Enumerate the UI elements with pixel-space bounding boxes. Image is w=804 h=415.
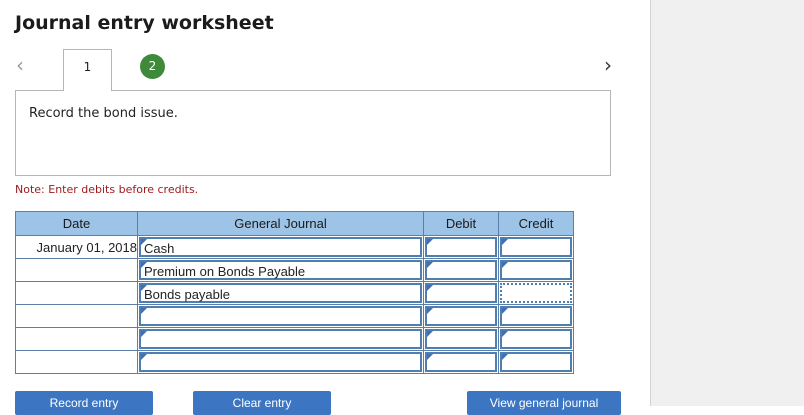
clear-entry-button[interactable]: Clear entry (193, 391, 331, 415)
table-row: Bonds payable (15, 281, 574, 305)
account-cell (137, 327, 424, 351)
debit-input[interactable] (425, 283, 497, 303)
debit-cell (423, 258, 499, 282)
cell-marker-icon (502, 239, 508, 245)
table-row (15, 304, 574, 328)
date-cell[interactable] (15, 350, 138, 374)
cell-marker-icon (141, 354, 147, 360)
table-row (15, 327, 574, 351)
debit-cell (423, 350, 499, 374)
account-value: Premium on Bonds Payable (144, 264, 306, 279)
credit-cell (498, 258, 574, 282)
date-cell[interactable] (15, 258, 138, 282)
cell-marker-icon (502, 262, 508, 268)
cell-marker-icon (502, 331, 508, 337)
debit-cell (423, 235, 499, 259)
cell-marker-icon (141, 308, 147, 314)
credit-input[interactable] (500, 283, 572, 303)
credit-cell (498, 327, 574, 351)
account-cell: Bonds payable (137, 281, 424, 305)
note-text: Note: Enter debits before credits. (15, 183, 199, 196)
debit-cell (423, 304, 499, 328)
credit-input[interactable] (500, 352, 572, 372)
table-row: January 01, 2018 Cash (15, 235, 574, 259)
cell-marker-icon (427, 331, 433, 337)
header-date: Date (15, 211, 138, 236)
cell-marker-icon (427, 239, 433, 245)
account-input[interactable]: Cash (139, 237, 422, 257)
date-cell[interactable] (15, 281, 138, 305)
credit-cell (498, 281, 574, 305)
credit-cell (498, 350, 574, 374)
account-value: Cash (144, 241, 175, 256)
credit-input[interactable] (500, 260, 572, 280)
account-input[interactable] (139, 352, 422, 372)
debit-input[interactable] (425, 329, 497, 349)
date-cell[interactable]: January 01, 2018 (15, 235, 138, 259)
account-cell (137, 304, 424, 328)
header-debit: Debit (423, 211, 499, 236)
table-row: Premium on Bonds Payable (15, 258, 574, 282)
cell-marker-icon (427, 262, 433, 268)
credit-input[interactable] (500, 237, 572, 257)
account-input[interactable] (139, 329, 422, 349)
header-general-journal: General Journal (137, 211, 424, 236)
credit-cell (498, 304, 574, 328)
account-cell: Cash (137, 235, 424, 259)
chevron-left-icon[interactable]: ‹ (16, 54, 32, 76)
cell-marker-icon (427, 285, 433, 291)
cell-marker-icon (502, 354, 508, 360)
credit-input[interactable] (500, 306, 572, 326)
debit-input[interactable] (425, 237, 497, 257)
date-cell[interactable] (15, 327, 138, 351)
credit-cell (498, 235, 574, 259)
debit-input[interactable] (425, 352, 497, 372)
debit-cell (423, 281, 499, 305)
view-general-journal-button[interactable]: View general journal (467, 391, 621, 415)
account-input[interactable]: Bonds payable (139, 283, 422, 303)
account-input[interactable]: Premium on Bonds Payable (139, 260, 422, 280)
account-value: Bonds payable (144, 287, 231, 302)
debit-input[interactable] (425, 260, 497, 280)
cell-marker-icon (141, 331, 147, 337)
cell-marker-icon (427, 308, 433, 314)
page-title: Journal entry worksheet (15, 12, 274, 34)
record-entry-button[interactable]: Record entry (15, 391, 153, 415)
debit-cell (423, 327, 499, 351)
account-cell: Premium on Bonds Payable (137, 258, 424, 282)
right-panel (650, 0, 804, 406)
header-credit: Credit (498, 211, 574, 236)
debit-input[interactable] (425, 306, 497, 326)
tab-2[interactable]: 2 (140, 54, 165, 79)
account-cell (137, 350, 424, 374)
tab-1[interactable]: 1 (63, 49, 112, 91)
journal-table: Date General Journal Debit Credit Januar… (15, 211, 574, 374)
chevron-right-icon[interactable]: › (604, 54, 620, 76)
table-row (15, 350, 574, 374)
account-input[interactable] (139, 306, 422, 326)
credit-input[interactable] (500, 329, 572, 349)
instruction-box: Record the bond issue. (15, 90, 611, 176)
cell-marker-icon (502, 308, 508, 314)
date-cell[interactable] (15, 304, 138, 328)
instruction-text: Record the bond issue. (29, 106, 178, 121)
cell-marker-icon (427, 354, 433, 360)
